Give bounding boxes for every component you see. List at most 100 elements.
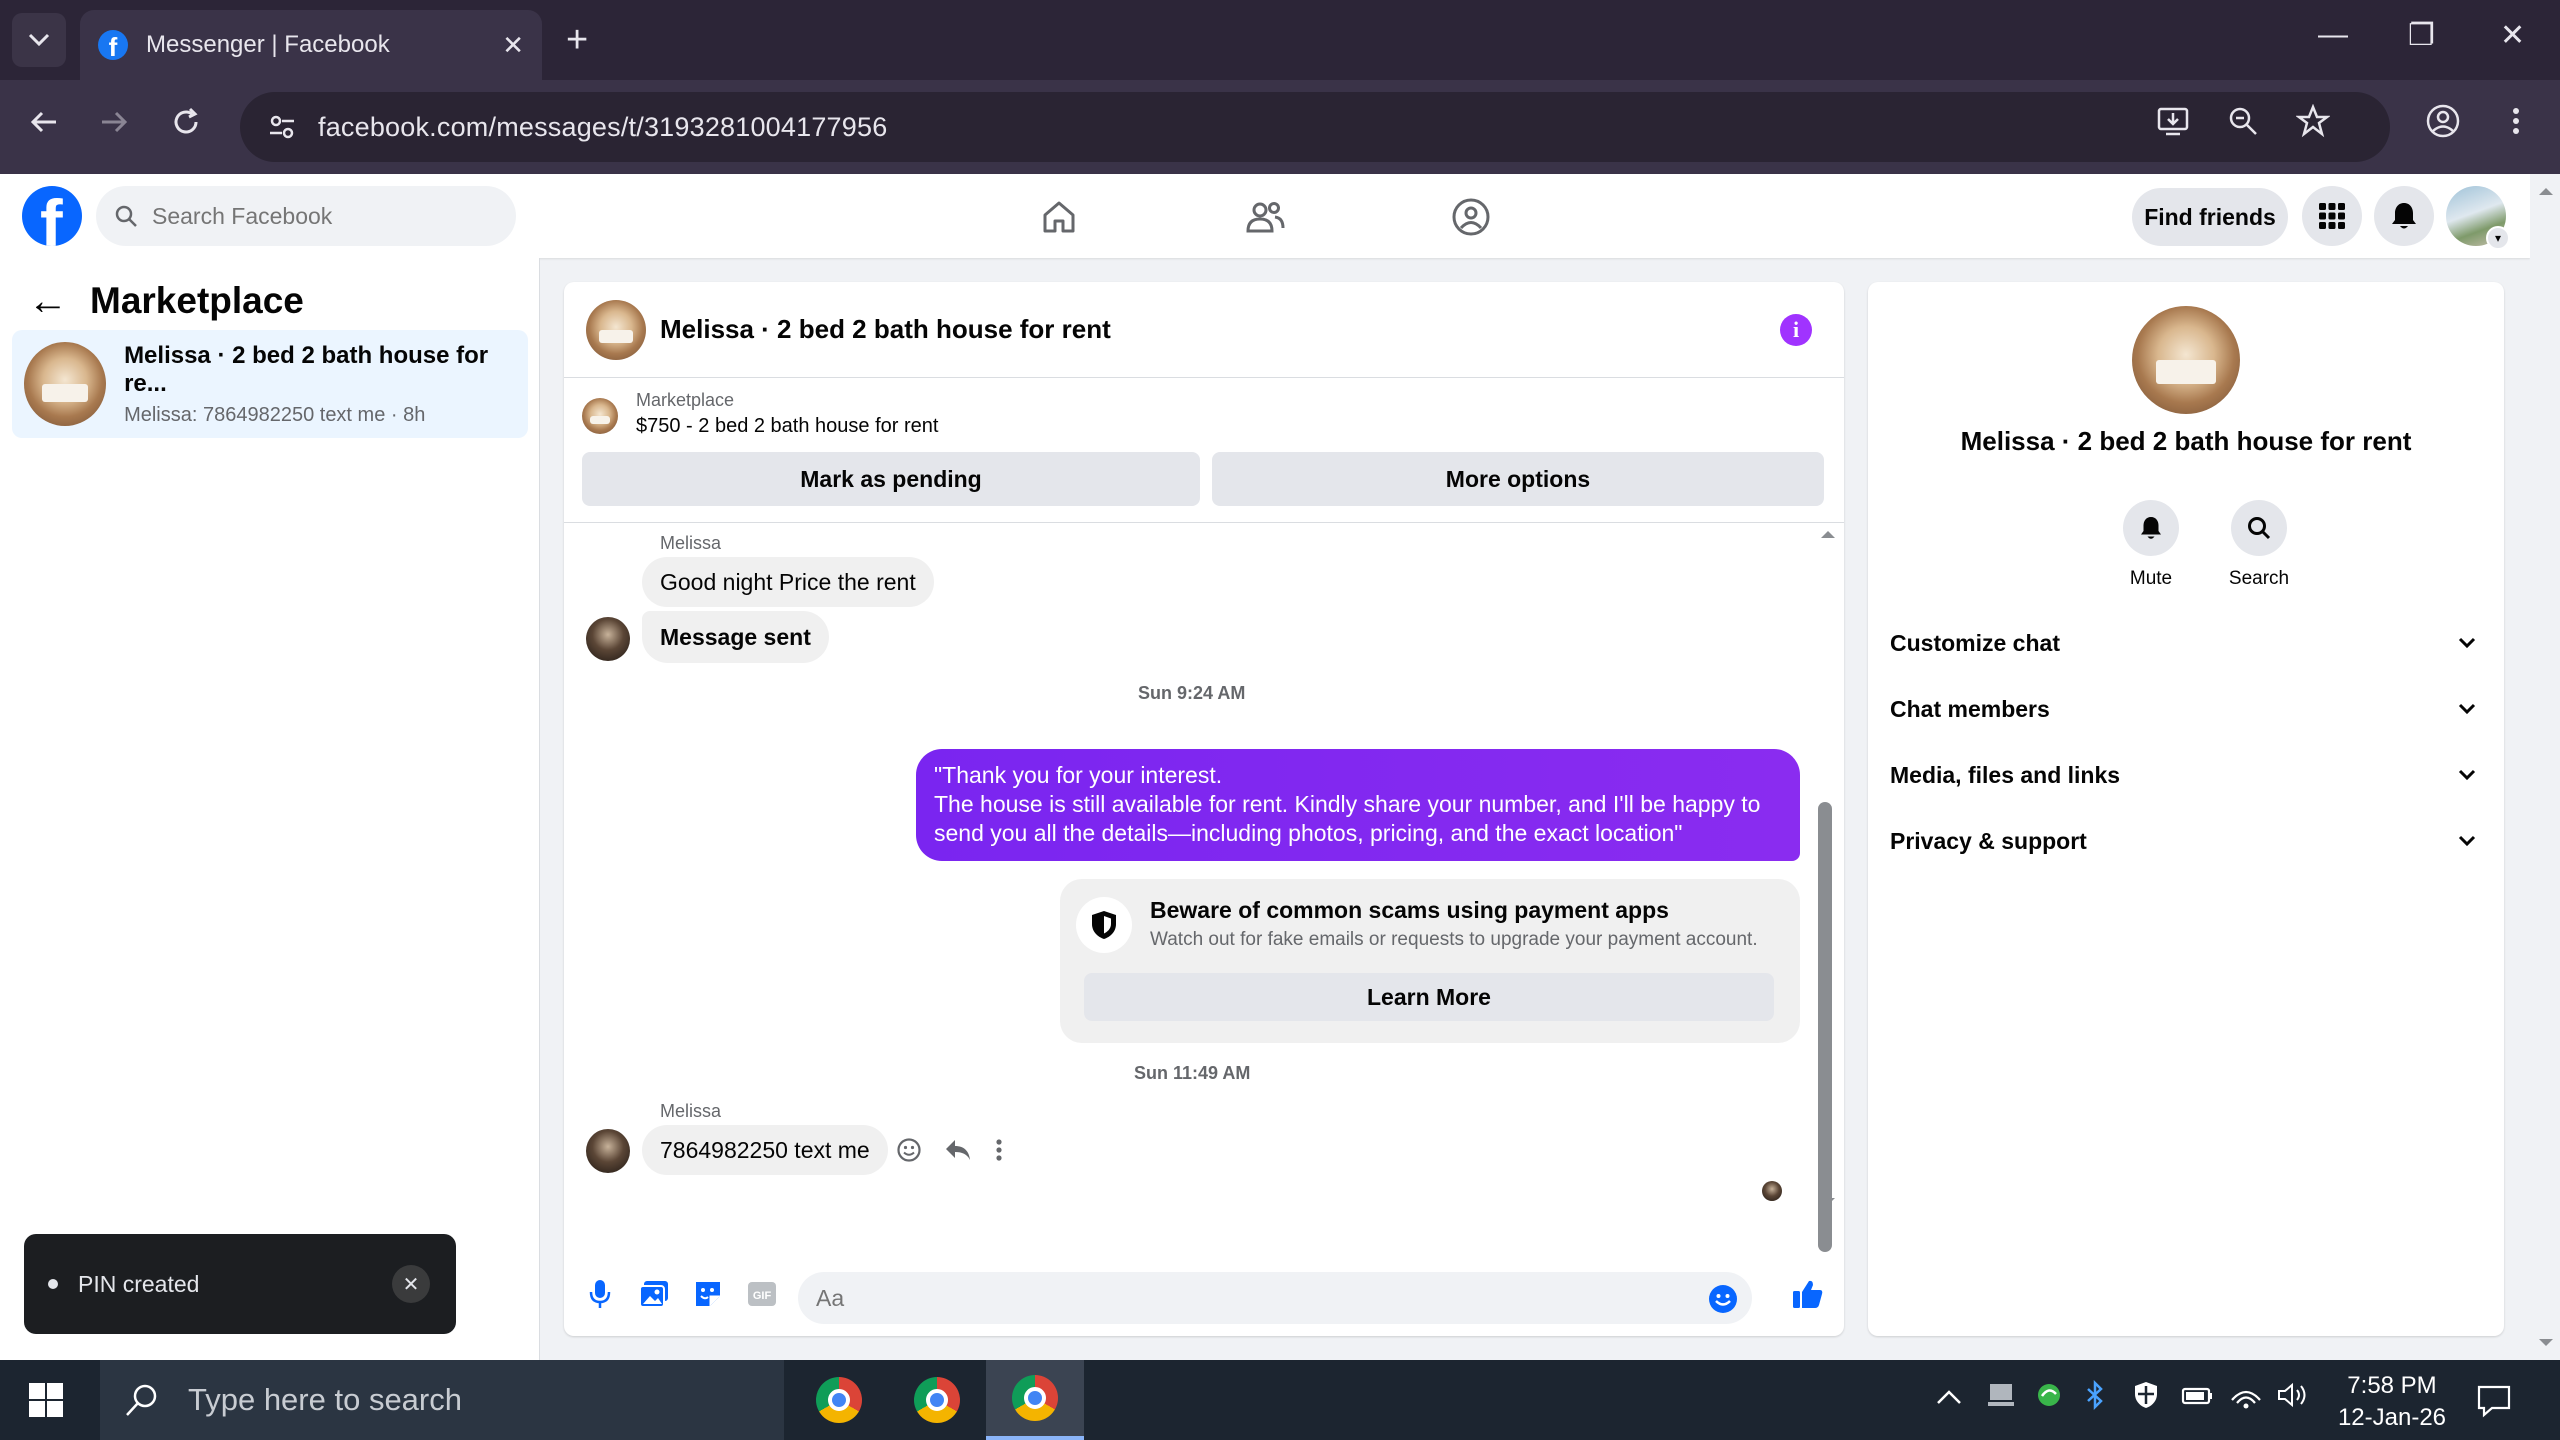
zoom-icon[interactable] bbox=[2226, 104, 2260, 138]
windows-start-button[interactable] bbox=[28, 1382, 64, 1423]
bookmark-star-icon[interactable] bbox=[2296, 104, 2330, 138]
marketplace-listing[interactable]: Marketplace $750 - 2 bed 2 bath house fo… bbox=[582, 390, 938, 438]
reply-icon[interactable] bbox=[944, 1138, 972, 1162]
message-input[interactable] bbox=[816, 1284, 1676, 1312]
message-timestamp: Sun 9:24 AM bbox=[1138, 683, 1246, 703]
show-hidden-icons[interactable] bbox=[1936, 1380, 1962, 1412]
message-composer: GIF bbox=[564, 1256, 1844, 1336]
bell-icon bbox=[2392, 203, 2416, 229]
find-friends-button[interactable]: Find friends bbox=[2132, 188, 2288, 246]
action-center-icon bbox=[2477, 1385, 2511, 1418]
taskbar-clock[interactable]: 7:58 PM 12-Jan-26 bbox=[2322, 1370, 2462, 1434]
forward-button[interactable] bbox=[98, 104, 130, 148]
nav-groups[interactable] bbox=[1446, 192, 1496, 242]
nav-home[interactable] bbox=[1034, 192, 1084, 242]
facebook-logo[interactable]: f bbox=[22, 186, 82, 246]
scroll-up-icon[interactable] bbox=[2538, 186, 2554, 196]
gif-icon[interactable]: GIF bbox=[744, 1276, 780, 1312]
section-media-files-links[interactable]: Media, files and links bbox=[1890, 742, 2482, 808]
new-tab-button[interactable]: + bbox=[566, 20, 588, 60]
emoji-icon[interactable] bbox=[1708, 1284, 1738, 1314]
sticker-icon[interactable] bbox=[690, 1276, 726, 1312]
like-thumbs-up-icon[interactable] bbox=[1790, 1276, 1826, 1312]
section-privacy-support[interactable]: Privacy & support bbox=[1890, 808, 2482, 874]
chat-scroll-thumb[interactable] bbox=[1818, 802, 1832, 1252]
taskbar-search[interactable]: Type here to search bbox=[100, 1360, 784, 1440]
facebook-search[interactable] bbox=[96, 186, 516, 246]
sender-avatar[interactable] bbox=[586, 617, 630, 661]
chrome-icon bbox=[1012, 1375, 1058, 1421]
taskbar-chrome-active-app[interactable] bbox=[986, 1360, 1084, 1440]
taskbar-chrome-app[interactable] bbox=[790, 1360, 888, 1440]
conversation-avatar[interactable] bbox=[2132, 306, 2240, 414]
chat-avatar[interactable] bbox=[586, 299, 646, 360]
info-icon[interactable]: i bbox=[1780, 314, 1812, 346]
chevron-down-icon bbox=[2458, 637, 2476, 649]
tray-device-icon[interactable] bbox=[1986, 1380, 2016, 1417]
outgoing-message[interactable]: "Thank you for your interest. The house … bbox=[916, 749, 1800, 861]
incoming-message[interactable]: 7864982250 text me bbox=[642, 1125, 888, 1175]
page-scrollbar[interactable] bbox=[2530, 174, 2560, 1360]
taskbar-search-placeholder: Type here to search bbox=[188, 1382, 462, 1417]
mark-as-pending-button[interactable]: Mark as pending bbox=[582, 452, 1200, 506]
menu-button[interactable] bbox=[2302, 186, 2362, 246]
back-arrow-icon[interactable]: ← bbox=[28, 281, 68, 321]
notifications-button[interactable] bbox=[2374, 186, 2434, 246]
outgoing-message-line: "Thank you for your interest. bbox=[934, 762, 1223, 788]
browser-toolbar: facebook.com/messages/t/3193281004177956 bbox=[0, 80, 2560, 174]
section-chat-members[interactable]: Chat members bbox=[1890, 676, 2482, 742]
more-vertical-icon[interactable] bbox=[994, 1137, 1004, 1163]
mute-button[interactable]: Mute bbox=[2106, 500, 2196, 590]
search-input[interactable] bbox=[152, 202, 482, 230]
learn-more-button[interactable]: Learn More bbox=[1084, 973, 1774, 1021]
site-settings-icon[interactable] bbox=[260, 105, 304, 149]
message-input-box[interactable] bbox=[798, 1272, 1752, 1324]
account-avatar[interactable]: ▾ bbox=[2446, 186, 2510, 250]
install-app-icon[interactable] bbox=[2156, 104, 2190, 138]
security-shield-icon[interactable] bbox=[2132, 1380, 2160, 1417]
tab-search-button[interactable] bbox=[12, 13, 66, 67]
battery-icon[interactable] bbox=[2180, 1380, 2214, 1417]
listing-thumbnail bbox=[24, 342, 107, 426]
photo-icon[interactable] bbox=[636, 1276, 672, 1312]
message-actions bbox=[896, 1137, 1004, 1163]
volume-icon[interactable] bbox=[2276, 1380, 2310, 1417]
read-receipt-avatar bbox=[1762, 1181, 1782, 1201]
scroll-down-icon[interactable] bbox=[2538, 1338, 2554, 1348]
microphone-icon[interactable] bbox=[582, 1276, 618, 1312]
nav-friends[interactable] bbox=[1240, 192, 1290, 242]
browser-menu-button[interactable] bbox=[2506, 102, 2526, 145]
window-close-button[interactable]: ✕ bbox=[2500, 18, 2525, 53]
address-bar[interactable]: facebook.com/messages/t/3193281004177956 bbox=[240, 92, 2390, 162]
clock-time: 7:58 PM bbox=[2347, 1372, 2437, 1399]
search-in-conversation-button[interactable]: Search bbox=[2214, 500, 2304, 590]
bell-icon bbox=[2123, 500, 2179, 556]
minimize-button[interactable]: — bbox=[2318, 18, 2348, 52]
taskbar-chrome-profile-app[interactable] bbox=[888, 1360, 986, 1440]
conversation-item[interactable]: Melissa · 2 bed 2 bath house for re... M… bbox=[12, 330, 528, 438]
more-options-button[interactable]: More options bbox=[1212, 452, 1824, 506]
incoming-message[interactable]: Good night Price the rent bbox=[642, 557, 934, 607]
back-button[interactable] bbox=[28, 104, 60, 148]
tab-close-icon[interactable]: ✕ bbox=[502, 30, 524, 61]
incoming-message[interactable]: Message sent bbox=[642, 611, 829, 663]
restore-button[interactable]: ❐ bbox=[2408, 18, 2435, 53]
wifi-icon[interactable] bbox=[2230, 1380, 2262, 1417]
tray-sync-icon[interactable] bbox=[2034, 1380, 2064, 1417]
arrow-left-icon bbox=[30, 111, 56, 133]
bluetooth-icon[interactable] bbox=[2084, 1379, 2106, 1417]
chrome-icon bbox=[914, 1377, 960, 1423]
chat-title[interactable]: Melissa · 2 bed 2 bath house for rent bbox=[660, 314, 1111, 345]
grid-menu-icon bbox=[2319, 203, 2345, 229]
message-list[interactable]: Melissa Good night Price the rent Messag… bbox=[564, 523, 1844, 1213]
react-smiley-icon[interactable] bbox=[896, 1137, 922, 1163]
toast-close-icon[interactable]: ✕ bbox=[392, 1265, 430, 1303]
browser-tab-messenger[interactable]: f Messenger | Facebook ✕ bbox=[80, 10, 542, 80]
reload-button[interactable] bbox=[170, 104, 202, 148]
section-label: Media, files and links bbox=[1890, 761, 2121, 788]
sender-avatar[interactable] bbox=[586, 1129, 630, 1173]
scroll-up-icon[interactable] bbox=[1820, 529, 1836, 539]
section-customize-chat[interactable]: Customize chat bbox=[1890, 610, 2482, 676]
notification-center-button[interactable] bbox=[2476, 1382, 2512, 1423]
profile-button[interactable] bbox=[2424, 102, 2462, 145]
